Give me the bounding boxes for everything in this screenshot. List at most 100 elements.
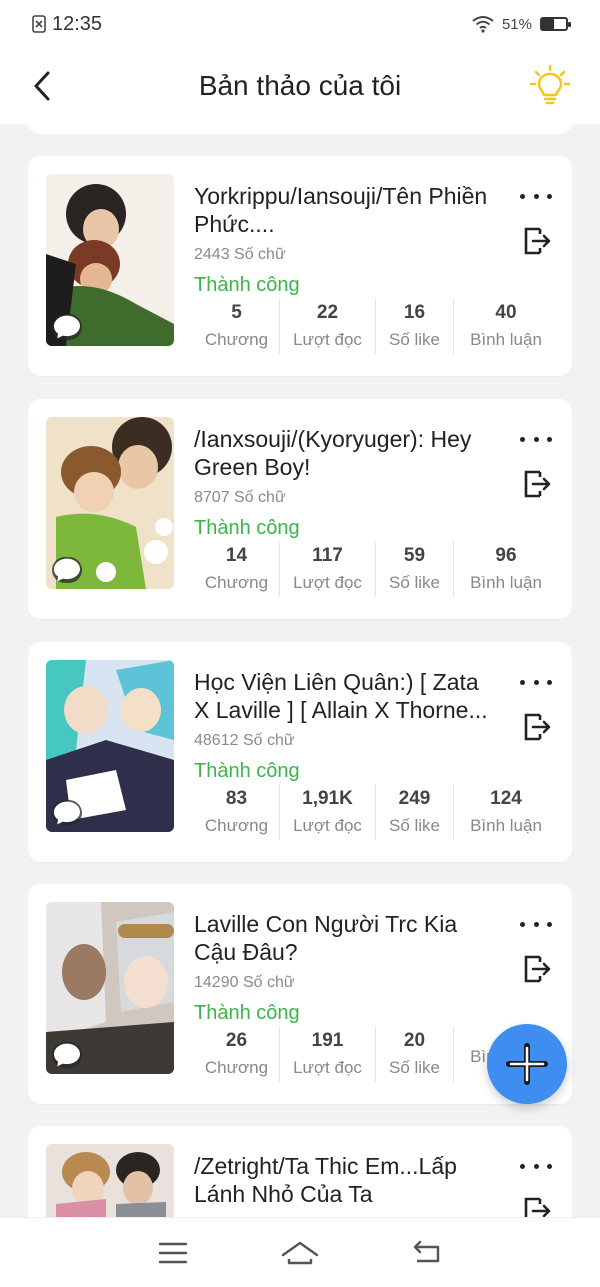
word-count: 14290 Số chữ (194, 974, 295, 991)
more-options-button[interactable] (520, 429, 552, 449)
story-card-partial[interactable] (28, 124, 572, 134)
status-right: 51% (472, 15, 571, 33)
stat-comments: 40 Bình luận (454, 298, 558, 354)
stat-value: 20 (403, 1030, 426, 1051)
more-options-button[interactable] (520, 914, 552, 934)
more-dots-icon (547, 193, 552, 199)
story-info: Học Viện Liên Quân:) [ Zata X Laville ] … (194, 668, 494, 783)
stat-chapters: 5 Chương (194, 298, 280, 354)
stat-label: Chương (204, 1058, 269, 1077)
cover-image (46, 1144, 174, 1217)
more-options-button[interactable] (520, 186, 552, 206)
export-button[interactable] (520, 224, 554, 258)
stat-value: 124 (490, 788, 522, 809)
story-title[interactable]: /Ianxsouji/(Kyoryuger): Hey Green Boy! (194, 425, 494, 481)
comment-bubble-icon (54, 558, 80, 582)
stat-label: Số like (388, 816, 441, 835)
more-dots-icon (547, 921, 552, 927)
comment-bubble-icon (54, 801, 80, 825)
stat-label: Bình luận (470, 816, 542, 835)
stat-reads: 22 Lượt đọc (280, 298, 376, 354)
story-stats: 14 Chương 117 Lượt đọc 59 Số like 96 Bình lu… (194, 541, 558, 597)
story-info: Laville Con Người Trc Kia Cậu Đâu? 14290… (194, 910, 494, 1025)
stat-label: Lượt đọc (293, 573, 362, 592)
stat-label: Lượt đọc (293, 816, 362, 835)
publish-status: Thành công (194, 517, 300, 539)
more-dots-icon (520, 1163, 525, 1169)
story-info: /Ianxsouji/(Kyoryuger): Hey Green Boy! 8… (194, 425, 494, 540)
stat-label: Chương (204, 816, 269, 835)
stat-label: Lượt đọc (293, 1058, 362, 1077)
word-count: 2443 Số chữ (194, 246, 286, 263)
stat-comments: 96 Bình luận (454, 541, 558, 597)
stat-reads: 117 Lượt đọc (280, 541, 376, 597)
stat-likes: 59 Số like (376, 541, 454, 597)
export-button[interactable] (520, 710, 554, 744)
story-card[interactable]: Học Viện Liên Quân:) [ Zata X Laville ] … (28, 642, 572, 862)
back-button[interactable] (22, 66, 62, 106)
add-story-button[interactable] (487, 1024, 567, 1104)
stat-value: 26 (225, 1030, 248, 1051)
stat-value: 117 (312, 545, 343, 566)
story-title[interactable]: Yorkrippu/Iansouji/Tên Phiền Phức.... (194, 182, 494, 238)
stat-label: Chương (204, 330, 269, 349)
home-nav-button[interactable] (278, 1233, 322, 1273)
stat-likes: 249 Số like (376, 784, 454, 840)
story-cover[interactable] (46, 1144, 174, 1217)
more-options-button[interactable] (520, 1156, 552, 1176)
export-icon (524, 713, 551, 741)
stat-value: 249 (398, 788, 431, 809)
stat-label: Số like (388, 1058, 441, 1077)
story-title[interactable]: Học Viện Liên Quân:) [ Zata X Laville ] … (194, 668, 494, 724)
export-button[interactable] (520, 1194, 554, 1217)
plus-icon (506, 1043, 548, 1085)
more-dots-icon (520, 436, 525, 442)
back-arrow-icon (34, 71, 50, 101)
export-icon (524, 955, 551, 983)
story-title[interactable]: Laville Con Người Trc Kia Cậu Đâu? (194, 910, 494, 966)
stat-value: 22 (316, 302, 339, 323)
stat-likes: 20 Số like (376, 1026, 454, 1082)
export-icon (524, 470, 551, 498)
menu-nav-button[interactable] (151, 1233, 195, 1273)
comment-badge (52, 314, 82, 340)
back-nav-icon (413, 1240, 439, 1262)
more-dots-icon (547, 436, 552, 442)
more-options-button[interactable] (520, 672, 552, 692)
stat-label: Bình luận (470, 573, 542, 592)
lightbulb-icon (529, 64, 571, 105)
stat-value: 5 (231, 302, 242, 323)
story-cover[interactable] (46, 660, 174, 832)
stat-label: Bình luận (470, 330, 542, 349)
battery-fill (542, 19, 555, 29)
back-nav-button[interactable] (405, 1233, 449, 1273)
word-count: 8707 Số chữ (194, 489, 286, 506)
export-button[interactable] (520, 467, 554, 501)
more-dots-icon (547, 679, 552, 685)
more-dots-icon (547, 1163, 552, 1169)
story-cover[interactable] (46, 902, 174, 1074)
tips-button[interactable] (524, 60, 576, 112)
more-dots-icon (533, 1163, 539, 1169)
more-dots-icon (533, 436, 539, 442)
export-icon (524, 1197, 551, 1217)
more-dots-icon (533, 193, 539, 199)
stat-value: 14 (225, 545, 248, 566)
more-dots-icon (520, 679, 525, 685)
story-cover[interactable] (46, 417, 174, 589)
story-card[interactable]: Yorkrippu/Iansouji/Tên Phiền Phức.... 24… (28, 156, 572, 376)
export-button[interactable] (520, 952, 554, 986)
status-left: 12:35 (32, 13, 102, 36)
stat-label: Chương (204, 573, 269, 592)
stat-value: 83 (225, 788, 248, 809)
publish-status: Thành công (194, 1002, 300, 1024)
story-cover[interactable] (46, 174, 174, 346)
comment-badge (52, 800, 82, 826)
story-info: Yorkrippu/Iansouji/Tên Phiền Phức.... 24… (194, 182, 494, 297)
stat-value: 191 (311, 1030, 344, 1051)
story-title[interactable]: /Zetright/Ta Thic Em...Lấp Lánh Nhỏ Của … (194, 1152, 494, 1208)
story-card[interactable]: /Zetright/Ta Thic Em...Lấp Lánh Nhỏ Của … (28, 1126, 572, 1217)
story-card[interactable]: /Ianxsouji/(Kyoryuger): Hey Green Boy! 8… (28, 399, 572, 619)
status-bar: 12:35 51% (0, 0, 600, 48)
stat-chapters: 83 Chương (194, 784, 280, 840)
